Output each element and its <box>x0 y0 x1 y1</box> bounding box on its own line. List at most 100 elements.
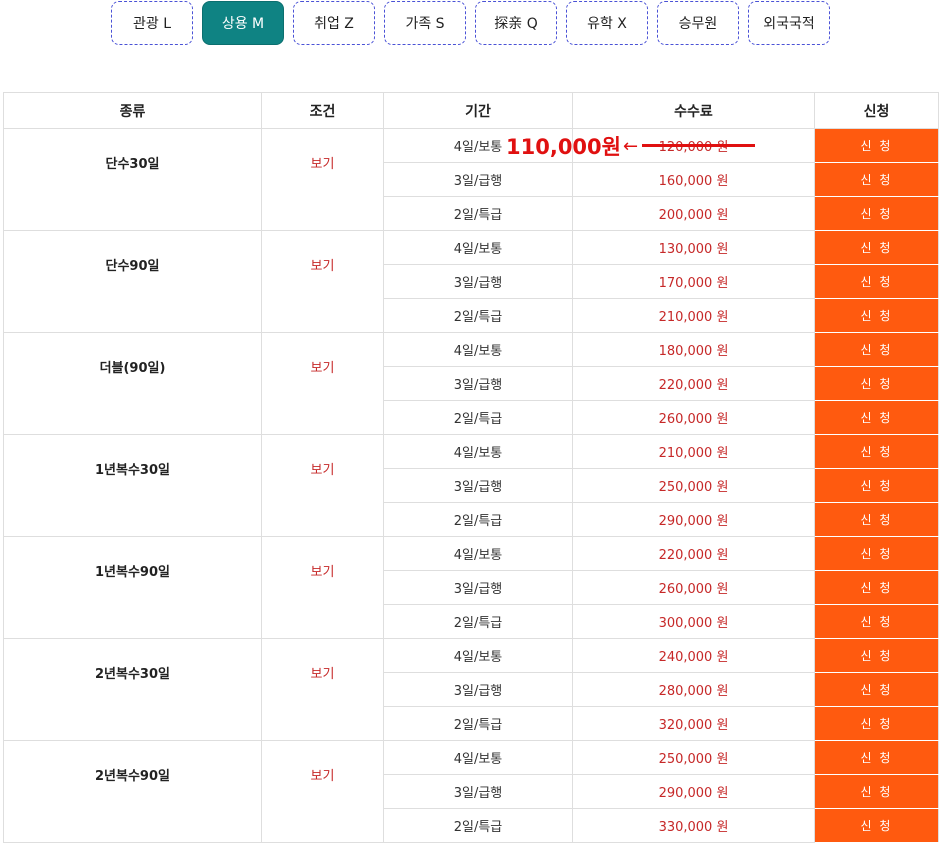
fee-cell: 250,000 원 <box>572 740 815 775</box>
period-cell: 3일/급행 <box>383 570 573 605</box>
fee-cell: 260,000 원 <box>572 400 815 435</box>
apply-button[interactable]: 신 청 <box>814 740 939 775</box>
apply-button[interactable]: 신 청 <box>814 808 939 843</box>
apply-button[interactable]: 신 청 <box>814 502 939 537</box>
header-apply: 신청 <box>814 92 939 129</box>
view-conditions-link[interactable]: 보기 <box>311 769 335 784</box>
apply-button[interactable]: 신 청 <box>814 162 939 197</box>
apply-button[interactable]: 신 청 <box>814 570 939 605</box>
apply-button[interactable]: 신 청 <box>814 366 939 401</box>
fee-cell: 330,000 원 <box>572 808 815 843</box>
fee-cell: 260,000 원 <box>572 570 815 605</box>
apply-button[interactable]: 신 청 <box>814 434 939 469</box>
header-fee: 수수료 <box>572 92 815 129</box>
period-cell: 2일/특급 <box>383 400 573 435</box>
visa-kind-cell: 1년복수90일 <box>3 536 262 639</box>
table-header-row: 종류 조건 기간 수수료 신청 <box>3 92 939 129</box>
fee-cell: 170,000 원 <box>572 264 815 299</box>
apply-button[interactable]: 신 청 <box>814 706 939 741</box>
apply-button[interactable]: 신 청 <box>814 264 939 299</box>
period-cell: 2일/특급 <box>383 502 573 537</box>
fee-cell: 130,000 원 <box>572 230 815 265</box>
table-body: 단수30일 보기 4일/보통 120,000 원신 청 3일/급행 160,000 원신 … <box>3 128 939 843</box>
tab-family-s[interactable]: 가족 S <box>384 1 466 45</box>
apply-button[interactable]: 신 청 <box>814 230 939 265</box>
fee-cell: 180,000 원 <box>572 332 815 367</box>
visa-type-tabs: 관광 L 상용 M 취업 Z 가족 S 探亲 Q 유학 X 승무원 외국국적 <box>111 1 830 45</box>
visa-kind-cell: 더블(90일) <box>3 332 262 435</box>
fee-cell: 290,000 원 <box>572 774 815 809</box>
visa-kind-cell: 1년복수30일 <box>3 434 262 537</box>
tab-crew[interactable]: 승무원 <box>657 1 739 45</box>
fee-cell: 220,000 원 <box>572 536 815 571</box>
period-cell: 3일/급행 <box>383 774 573 809</box>
tab-employment-z[interactable]: 취업 Z <box>293 1 375 45</box>
fee-cell: 320,000 원 <box>572 706 815 741</box>
strikethrough-line <box>642 144 755 147</box>
period-cell: 3일/급행 <box>383 672 573 707</box>
period-cell: 2일/특급 <box>383 298 573 333</box>
condition-cell: 보기 <box>261 434 384 537</box>
apply-button[interactable]: 신 청 <box>814 604 939 639</box>
fee-cell: 200,000 원 <box>572 196 815 231</box>
fee-cell: 290,000 원 <box>572 502 815 537</box>
view-conditions-link[interactable]: 보기 <box>311 361 335 376</box>
period-cell: 4일/보통 <box>383 434 573 469</box>
view-conditions-link[interactable]: 보기 <box>311 259 335 274</box>
visa-kind-cell: 단수30일 <box>3 128 262 231</box>
apply-button[interactable]: 신 청 <box>814 332 939 367</box>
view-conditions-link[interactable]: 보기 <box>311 157 335 172</box>
apply-button[interactable]: 신 청 <box>814 298 939 333</box>
fee-cell: 240,000 원 <box>572 638 815 673</box>
apply-button[interactable]: 신 청 <box>814 774 939 809</box>
period-cell: 2일/특급 <box>383 604 573 639</box>
period-cell: 4일/보통 <box>383 536 573 571</box>
period-cell: 4일/보통 <box>383 638 573 673</box>
table-row: 더블(90일) 보기 4일/보통 180,000 원신 청 <box>3 332 939 435</box>
period-cell: 4일/보통 <box>383 230 573 265</box>
tab-tourism-l[interactable]: 관광 L <box>111 1 193 45</box>
table-row: 단수90일 보기 4일/보통 130,000 원신 청 <box>3 230 939 333</box>
header-condition: 조건 <box>261 92 384 129</box>
period-cell: 2일/특급 <box>383 196 573 231</box>
apply-button[interactable]: 신 청 <box>814 638 939 673</box>
period-cell: 3일/급행 <box>383 162 573 197</box>
fee-table-container: 종류 조건 기간 수수료 신청 단수30일 보기 4일/보통 120,000 원신 청… <box>3 92 939 843</box>
condition-cell: 보기 <box>261 638 384 741</box>
apply-button[interactable]: 신 청 <box>814 128 939 163</box>
tab-foreign-nationality[interactable]: 외국국적 <box>748 1 830 45</box>
fee-cell: 210,000 원 <box>572 434 815 469</box>
period-cell: 3일/급행 <box>383 468 573 503</box>
view-conditions-link[interactable]: 보기 <box>311 667 335 682</box>
condition-cell: 보기 <box>261 536 384 639</box>
tab-business-m[interactable]: 상용 M <box>202 1 284 45</box>
period-cell: 3일/급행 <box>383 264 573 299</box>
visa-kind-cell: 2년복수30일 <box>3 638 262 741</box>
apply-button[interactable]: 신 청 <box>814 400 939 435</box>
table-row: 2년복수30일 보기 4일/보통 240,000 원신 청 <box>3 638 939 741</box>
visa-fee-table: 종류 조건 기간 수수료 신청 단수30일 보기 4일/보통 120,000 원신 청… <box>3 92 939 843</box>
fee-cell: 160,000 원 <box>572 162 815 197</box>
apply-button[interactable]: 신 청 <box>814 536 939 571</box>
period-cell: 4일/보통 <box>383 128 573 163</box>
apply-button[interactable]: 신 청 <box>814 672 939 707</box>
apply-button[interactable]: 신 청 <box>814 468 939 503</box>
fee-cell: 280,000 원 <box>572 672 815 707</box>
apply-button[interactable]: 신 청 <box>814 196 939 231</box>
period-cell: 4일/보통 <box>383 332 573 367</box>
header-period: 기간 <box>383 92 573 129</box>
tab-study-x[interactable]: 유학 X <box>566 1 648 45</box>
view-conditions-link[interactable]: 보기 <box>311 463 335 478</box>
condition-cell: 보기 <box>261 740 384 843</box>
fee-cell: 210,000 원 <box>572 298 815 333</box>
visa-kind-cell: 단수90일 <box>3 230 262 333</box>
table-row: 2년복수90일 보기 4일/보통 250,000 원신 청 <box>3 740 939 843</box>
period-cell: 2일/특급 <box>383 706 573 741</box>
visa-kind-cell: 2년복수90일 <box>3 740 262 843</box>
view-conditions-link[interactable]: 보기 <box>311 565 335 580</box>
period-cell: 3일/급행 <box>383 366 573 401</box>
fee-cell: 220,000 원 <box>572 366 815 401</box>
table-row: 단수30일 보기 4일/보통 120,000 원신 청 <box>3 128 939 231</box>
tab-visit-family-q[interactable]: 探亲 Q <box>475 1 557 45</box>
period-cell: 2일/특급 <box>383 808 573 843</box>
